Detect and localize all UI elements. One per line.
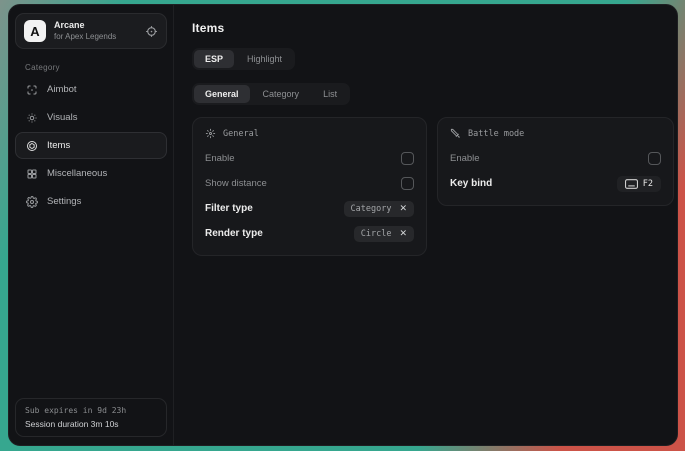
setting-row-key-bind: Key bind F2 bbox=[450, 172, 661, 195]
app-meta: Arcane for Apex Legends bbox=[54, 20, 137, 41]
setting-label: Key bind bbox=[450, 178, 492, 189]
general-card: General Enable Show distance Filter type… bbox=[192, 117, 427, 256]
filter-type-select[interactable]: Category ✕ bbox=[344, 201, 415, 217]
sidebar-nav: Aimbot Visuals bbox=[15, 76, 167, 215]
general-card-header: General bbox=[205, 128, 414, 139]
setting-row-show-distance: Show distance bbox=[205, 172, 414, 195]
sidebar-item-label: Settings bbox=[47, 196, 81, 207]
battle-mode-card: Battle mode Enable Key bind bbox=[437, 117, 674, 206]
show-distance-checkbox[interactable] bbox=[401, 177, 414, 190]
clear-icon[interactable]: ✕ bbox=[399, 229, 407, 238]
sidebar: A Arcane for Apex Legends Category bbox=[9, 5, 174, 445]
app-logo: A bbox=[24, 20, 46, 42]
setting-row-render-type: Render type Circle ✕ bbox=[205, 222, 414, 245]
mode-tabs: ESP Highlight bbox=[192, 48, 295, 70]
tab-category[interactable]: Category bbox=[252, 85, 311, 103]
enable-checkbox[interactable] bbox=[401, 152, 414, 165]
setting-row-filter-type: Filter type Category ✕ bbox=[205, 197, 414, 220]
settings-cards: General Enable Show distance Filter type… bbox=[192, 117, 674, 256]
battle-enable-checkbox[interactable] bbox=[648, 152, 661, 165]
filter-type-value: Category bbox=[351, 204, 392, 214]
sword-icon bbox=[450, 128, 461, 139]
general-card-title: General bbox=[223, 129, 259, 139]
app-name: Arcane bbox=[54, 20, 137, 31]
render-type-select[interactable]: Circle ✕ bbox=[354, 226, 414, 242]
app-header-card: A Arcane for Apex Legends bbox=[15, 13, 167, 49]
gear-icon bbox=[26, 196, 38, 208]
box-icon bbox=[26, 140, 38, 152]
sub-expiry-text: Sub expires in 9d 23h bbox=[25, 406, 157, 415]
sidebar-item-aimbot[interactable]: Aimbot bbox=[15, 76, 167, 103]
setting-label: Show distance bbox=[205, 178, 267, 189]
keybind-value: F2 bbox=[643, 179, 653, 189]
setting-label: Enable bbox=[205, 153, 235, 164]
sidebar-item-miscellaneous[interactable]: Miscellaneous bbox=[15, 160, 167, 187]
sidebar-item-settings[interactable]: Settings bbox=[15, 188, 167, 215]
app-window: A Arcane for Apex Legends Category bbox=[8, 4, 678, 446]
tab-esp[interactable]: ESP bbox=[194, 50, 234, 68]
sidebar-item-label: Miscellaneous bbox=[47, 168, 107, 179]
render-type-value: Circle bbox=[361, 229, 392, 239]
sidebar-spacer bbox=[15, 215, 167, 398]
clear-icon[interactable]: ✕ bbox=[399, 204, 407, 213]
subscription-card: Sub expires in 9d 23h Session duration 3… bbox=[15, 398, 167, 437]
session-duration-text: Session duration 3m 10s bbox=[25, 419, 157, 429]
sidebar-item-visuals[interactable]: Visuals bbox=[15, 104, 167, 131]
main-content: Items ESP Highlight General Category Lis… bbox=[174, 5, 678, 445]
setting-label: Filter type bbox=[205, 203, 253, 214]
tab-list[interactable]: List bbox=[312, 85, 348, 103]
setting-label: Enable bbox=[450, 153, 480, 164]
battle-card-title: Battle mode bbox=[468, 129, 524, 139]
app-subtitle: for Apex Legends bbox=[54, 32, 137, 42]
sidebar-item-label: Aimbot bbox=[47, 84, 77, 95]
setting-label: Render type bbox=[205, 228, 263, 239]
setting-row-enable: Enable bbox=[205, 147, 414, 170]
target-icon[interactable] bbox=[145, 25, 158, 38]
battle-card-header: Battle mode bbox=[450, 128, 661, 139]
sparkle-icon bbox=[205, 128, 216, 139]
grid-icon bbox=[26, 168, 38, 180]
category-label: Category bbox=[25, 63, 167, 72]
tab-highlight[interactable]: Highlight bbox=[236, 50, 293, 68]
sidebar-item-label: Visuals bbox=[47, 112, 77, 123]
tab-general[interactable]: General bbox=[194, 85, 250, 103]
sidebar-item-items[interactable]: Items bbox=[15, 132, 167, 159]
page-title: Items bbox=[192, 21, 674, 35]
keyboard-icon bbox=[625, 179, 638, 189]
eye-icon bbox=[26, 112, 38, 124]
crosshair-icon bbox=[26, 84, 38, 96]
setting-row-enable-battle: Enable bbox=[450, 147, 661, 170]
sub-tabs: General Category List bbox=[192, 83, 350, 105]
keybind-button[interactable]: F2 bbox=[617, 176, 661, 192]
sidebar-item-label: Items bbox=[47, 140, 70, 151]
